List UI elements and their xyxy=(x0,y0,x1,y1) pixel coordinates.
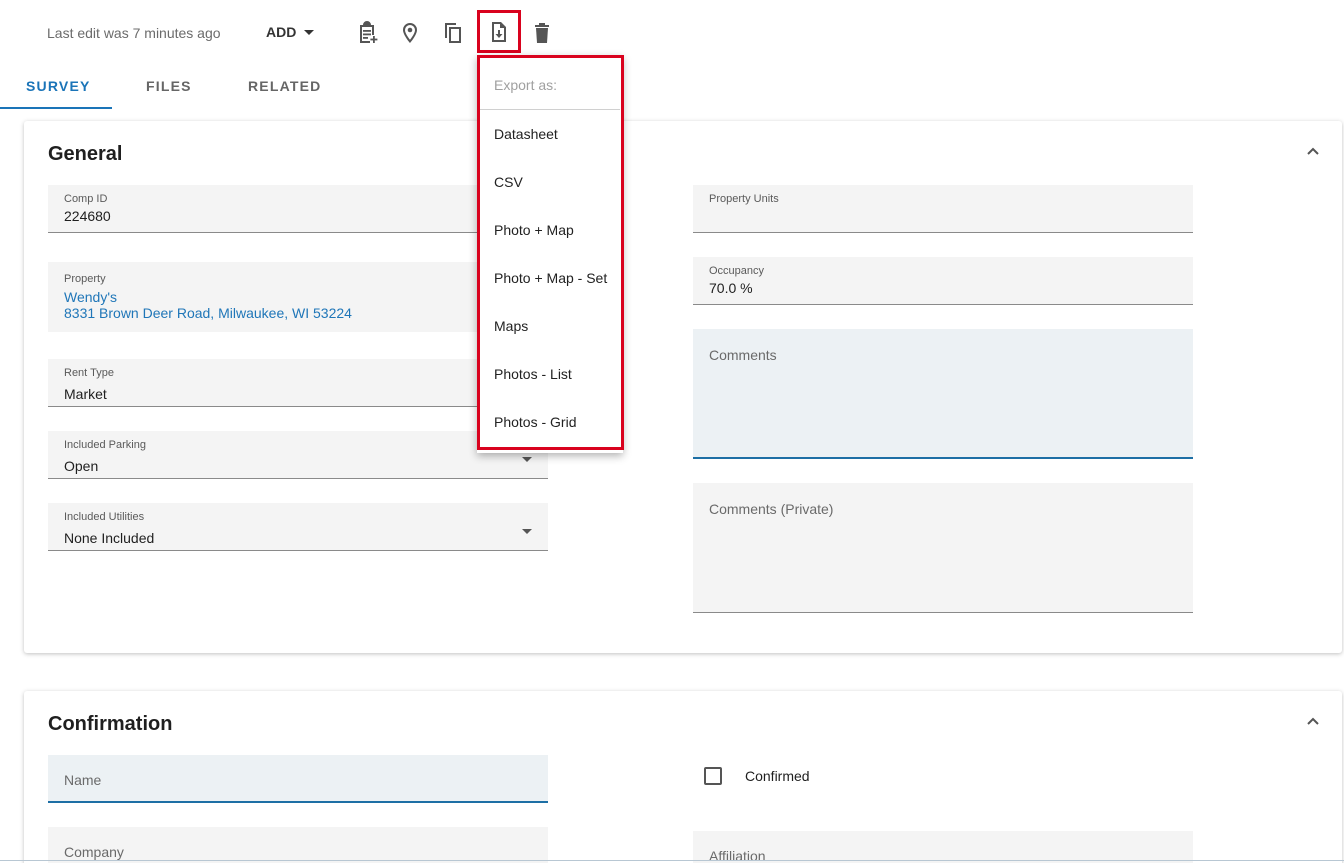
property-units-label: Property Units xyxy=(709,193,779,205)
export-photo-map-set-item[interactable]: Photo + Map - Set xyxy=(494,270,607,286)
export-photos-list-item[interactable]: Photos - List xyxy=(494,366,572,382)
comp-id-label: Comp ID xyxy=(64,193,108,205)
occupancy-label: Occupancy xyxy=(709,265,765,277)
copy-icon[interactable] xyxy=(441,20,467,46)
affiliation-field[interactable]: Affiliation xyxy=(693,831,1193,863)
general-title: General xyxy=(48,143,123,165)
last-edit-text: Last edit was 7 minutes ago xyxy=(47,25,221,41)
tab-files[interactable]: FILES xyxy=(146,78,192,94)
dropdown-arrow-icon xyxy=(522,457,532,462)
page: Last edit was 7 minutes ago ADD SURVEY F… xyxy=(0,0,1344,863)
export-maps-item[interactable]: Maps xyxy=(494,318,528,334)
property-field: Property Wendy's 8331 Brown Deer Road, M… xyxy=(48,262,548,332)
confirmed-label: Confirmed xyxy=(745,768,810,784)
export-button[interactable] xyxy=(477,10,521,53)
comp-id-field[interactable]: Comp ID 224680 xyxy=(48,185,548,233)
name-placeholder: Name xyxy=(64,772,102,788)
included-utilities-select[interactable]: Included Utilities None Included xyxy=(48,503,548,551)
rent-type-label: Rent Type xyxy=(64,367,114,379)
tab-related[interactable]: RELATED xyxy=(248,78,321,94)
occupancy-field[interactable]: Occupancy 70.0 % xyxy=(693,257,1193,305)
included-parking-select[interactable]: Included Parking Open xyxy=(48,431,548,479)
chevron-up-icon[interactable] xyxy=(1306,714,1320,728)
add-button-label: ADD xyxy=(266,24,297,40)
add-button[interactable]: ADD xyxy=(266,24,315,40)
export-datasheet-item[interactable]: Datasheet xyxy=(494,126,558,142)
property-name-link[interactable]: Wendy's xyxy=(64,289,117,305)
included-utilities-label: Included Utilities xyxy=(64,511,145,523)
rent-type-value: Market xyxy=(64,386,107,402)
chevron-up-icon[interactable] xyxy=(1306,144,1320,158)
menu-divider xyxy=(480,109,620,110)
property-address-link[interactable]: 8331 Brown Deer Road, Milwaukee, WI 5322… xyxy=(64,305,352,321)
bottom-divider xyxy=(0,860,1344,861)
comments-private-textarea[interactable]: Comments (Private) xyxy=(693,483,1193,613)
company-field[interactable]: Company xyxy=(48,827,548,863)
export-photo-map-item[interactable]: Photo + Map xyxy=(494,222,574,238)
active-tab-indicator xyxy=(0,107,112,109)
export-menu: Export as: Datasheet CSV Photo + Map Pho… xyxy=(477,55,623,453)
name-field[interactable]: Name xyxy=(48,755,548,803)
occupancy-value: 70.0 % xyxy=(709,280,753,296)
confirmation-title: Confirmation xyxy=(48,713,173,735)
comments-placeholder: Comments xyxy=(709,347,777,363)
confirmed-checkbox[interactable] xyxy=(704,767,722,785)
comp-id-value: 224680 xyxy=(64,208,111,224)
included-parking-value: Open xyxy=(64,458,99,474)
property-units-field[interactable]: Property Units xyxy=(693,185,1193,233)
file-download-icon xyxy=(492,21,506,42)
export-csv-item[interactable]: CSV xyxy=(494,174,523,190)
map-pin-icon[interactable] xyxy=(397,20,423,46)
export-photos-grid-item[interactable]: Photos - Grid xyxy=(494,414,576,430)
comments-textarea[interactable]: Comments xyxy=(693,329,1193,459)
clipboard-add-icon[interactable] xyxy=(354,20,380,46)
rent-type-field[interactable]: Rent Type Market xyxy=(48,359,548,407)
trash-icon[interactable] xyxy=(529,20,555,46)
included-parking-label: Included Parking xyxy=(64,439,146,451)
tab-survey[interactable]: SURVEY xyxy=(26,78,91,94)
dropdown-arrow-icon xyxy=(522,529,532,534)
comments-private-placeholder: Comments (Private) xyxy=(709,501,834,517)
property-label: Property xyxy=(64,273,106,285)
caret-down-icon xyxy=(304,29,315,35)
included-utilities-value: None Included xyxy=(64,530,155,546)
export-menu-header: Export as: xyxy=(494,77,558,93)
company-placeholder: Company xyxy=(64,844,124,860)
